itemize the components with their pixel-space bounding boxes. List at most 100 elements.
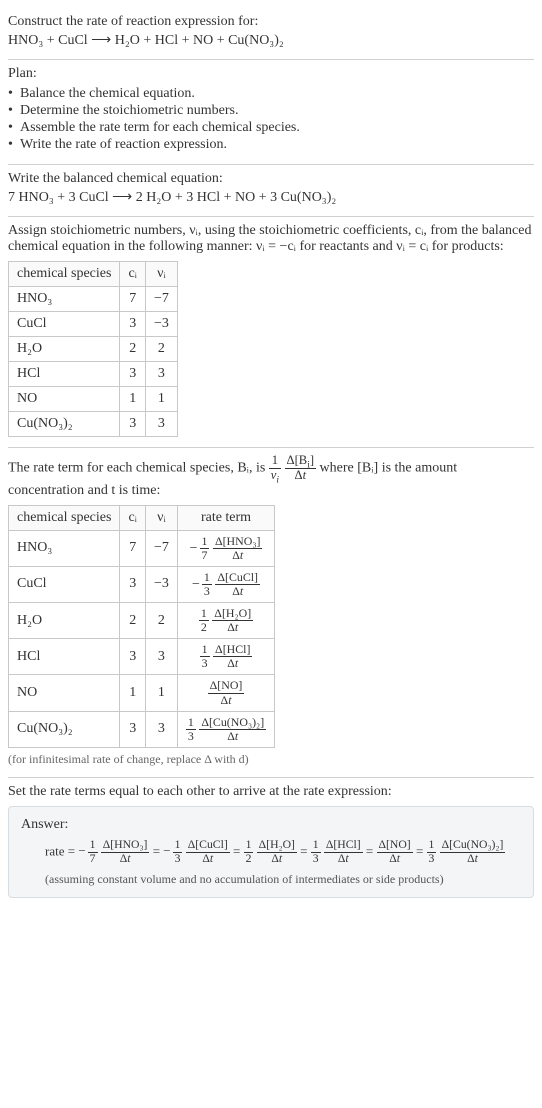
cell-ci: 3 [120,362,146,387]
table-row: HNO₃7−7 [9,287,178,312]
cell-rate-term: 13 Δ[Cu(NO₃)₂]Δt [177,711,274,747]
table-row: CuCl3−3 [9,312,178,337]
cell-vi: −3 [145,566,177,602]
section-plan: Plan: •Balance the chemical equation. •D… [8,59,534,164]
col-rate: rate term [177,505,274,530]
table-row: H₂O22 [9,337,178,362]
cell-ci: 3 [120,566,146,602]
bullet-icon: • [8,137,20,153]
balanced-equation: 7 HNO₃ + 3 CuCl ⟶ 2 H₂O + 3 HCl + NO + 3… [8,189,534,206]
cell-vi: −7 [145,530,177,566]
unbalanced-equation: HNO₃ + CuCl ⟶ H₂O + HCl + NO + Cu(NO₃)₂ [8,32,534,49]
rateterm-generic-frac1: 1νi [269,454,281,483]
cell-vi: 1 [145,387,177,412]
table-header-row: chemical species cᵢ νᵢ rate term [9,505,275,530]
table-row: HNO₃7−7−17 Δ[HNO₃]Δt [9,530,275,566]
col-ci: cᵢ [120,262,146,287]
plan-item-text: Assemble the rate term for each chemical… [20,120,300,136]
table-row: CuCl3−3−13 Δ[CuCl]Δt [9,566,275,602]
cell-ci: 1 [120,387,146,412]
section-balanced: Write the balanced chemical equation: 7 … [8,164,534,216]
col-vi: νᵢ [145,262,177,287]
cell-species: HCl [9,362,120,387]
cell-vi: −7 [145,287,177,312]
cell-species: HNO₃ [9,530,120,566]
cell-rate-term: 12 Δ[H₂O]Δt [177,603,274,639]
stoich-table: chemical species cᵢ νᵢ HNO₃7−7 CuCl3−3 H… [8,261,178,437]
table-row: NO11Δ[NO]Δt [9,675,275,711]
rateterm-heading-pre: The rate term for each chemical species,… [8,461,269,476]
col-ci: cᵢ [120,505,146,530]
rate-terms: −17 Δ[HNO₃]Δt = −13 Δ[CuCl]Δt = 12 Δ[H₂O… [78,843,505,858]
rate-expression: rate = −17 Δ[HNO₃]Δt = −13 Δ[CuCl]Δt = 1… [21,839,521,866]
table-row: Cu(NO₃)₂33 [9,412,178,437]
cell-species: NO [9,675,120,711]
rateterm-table: chemical species cᵢ νᵢ rate term HNO₃7−7… [8,505,275,748]
plan-item-text: Write the rate of reaction expression. [20,137,227,153]
answer-note: (assuming constant volume and no accumul… [21,872,521,887]
table-row: HCl33 [9,362,178,387]
col-vi: νᵢ [145,505,177,530]
cell-vi: 3 [145,412,177,437]
cell-species: HCl [9,639,120,675]
cell-species: Cu(NO₃)₂ [9,412,120,437]
section-intro: Construct the rate of reaction expressio… [8,8,534,59]
cell-ci: 3 [120,639,146,675]
section-final: Set the rate terms equal to each other t… [8,777,534,908]
cell-rate-term: Δ[NO]Δt [177,675,274,711]
bullet-icon: • [8,86,20,102]
plan-item-text: Determine the stoichiometric numbers. [20,103,239,119]
table-row: HCl3313 Δ[HCl]Δt [9,639,275,675]
cell-species: H₂O [9,603,120,639]
cell-vi: 3 [145,711,177,747]
col-species: chemical species [9,505,120,530]
table-row: H₂O2212 Δ[H₂O]Δt [9,603,275,639]
cell-vi: 3 [145,639,177,675]
bullet-icon: • [8,103,20,119]
stoich-heading: Assign stoichiometric numbers, νᵢ, using… [8,223,534,255]
plan-item: •Assemble the rate term for each chemica… [8,120,534,136]
cell-rate-term: −17 Δ[HNO₃]Δt [177,530,274,566]
col-species: chemical species [9,262,120,287]
cell-vi: 1 [145,675,177,711]
cell-ci: 7 [120,287,146,312]
final-heading: Set the rate terms equal to each other t… [8,784,534,800]
construct-label: Construct the rate of reaction expressio… [8,14,534,30]
plan-list: •Balance the chemical equation. •Determi… [8,86,534,153]
table-row: NO11 [9,387,178,412]
section-rate-terms: The rate term for each chemical species,… [8,447,534,777]
cell-ci: 7 [120,530,146,566]
answer-box: Answer: rate = −17 Δ[HNO₃]Δt = −13 Δ[CuC… [8,806,534,898]
cell-ci: 2 [120,337,146,362]
cell-species: H₂O [9,337,120,362]
cell-species: NO [9,387,120,412]
answer-label: Answer: [21,817,521,833]
cell-species: CuCl [9,566,120,602]
cell-ci: 1 [120,675,146,711]
plan-item: •Determine the stoichiometric numbers. [8,103,534,119]
plan-item-text: Balance the chemical equation. [20,86,195,102]
plan-heading: Plan: [8,66,534,82]
cell-species: CuCl [9,312,120,337]
cell-ci: 3 [120,412,146,437]
cell-ci: 3 [120,312,146,337]
cell-ci: 3 [120,711,146,747]
bullet-icon: • [8,120,20,136]
table-row: Cu(NO₃)₂3313 Δ[Cu(NO₃)₂]Δt [9,711,275,747]
cell-vi: −3 [145,312,177,337]
rateterm-generic-frac2: Δ[Bi]Δt [285,454,317,483]
cell-ci: 2 [120,603,146,639]
rateterm-note: (for infinitesimal rate of change, repla… [8,752,534,767]
cell-vi: 2 [145,337,177,362]
cell-rate-term: −13 Δ[CuCl]Δt [177,566,274,602]
rateterm-heading: The rate term for each chemical species,… [8,454,534,499]
cell-species: HNO₃ [9,287,120,312]
balanced-heading: Write the balanced chemical equation: [8,171,534,187]
cell-vi: 2 [145,603,177,639]
cell-vi: 3 [145,362,177,387]
table-header-row: chemical species cᵢ νᵢ [9,262,178,287]
plan-item: •Balance the chemical equation. [8,86,534,102]
rate-label: rate = [45,843,78,858]
cell-rate-term: 13 Δ[HCl]Δt [177,639,274,675]
cell-species: Cu(NO₃)₂ [9,711,120,747]
